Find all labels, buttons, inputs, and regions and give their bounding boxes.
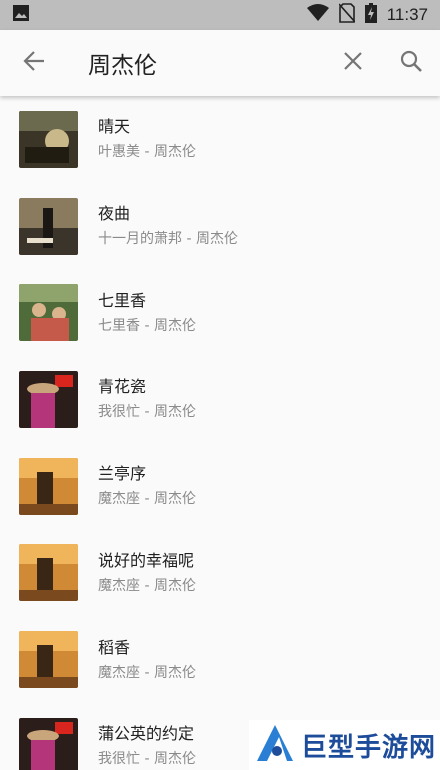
song-title: 夜曲 bbox=[98, 204, 131, 224]
status-bar: 11:37 bbox=[0, 0, 440, 30]
song-item[interactable]: 兰亭序 魔杰座 - 周杰伦 bbox=[0, 443, 440, 530]
album-cover bbox=[19, 110, 78, 168]
song-item[interactable]: 青花瓷 我很忙 - 周杰伦 bbox=[0, 356, 440, 443]
song-list: 晴天 叶惠美 - 周杰伦 夜曲 十一月的萧邦 - 周杰伦 七里香 七里香 - 周… bbox=[0, 96, 440, 770]
search-toolbar: 周杰伦 bbox=[0, 30, 440, 96]
song-subtitle: 魔杰座 - 周杰伦 bbox=[98, 664, 196, 681]
battery-charging-icon bbox=[364, 3, 377, 27]
song-item[interactable]: 晴天 叶惠美 - 周杰伦 bbox=[0, 96, 440, 183]
song-subtitle: 七里香 - 周杰伦 bbox=[98, 317, 196, 334]
song-subtitle: 我很忙 - 周杰伦 bbox=[98, 404, 196, 421]
album-cover bbox=[19, 457, 78, 515]
search-icon bbox=[400, 50, 422, 76]
song-item[interactable]: 夜曲 十一月的萧邦 - 周杰伦 bbox=[0, 183, 440, 270]
clear-button[interactable] bbox=[324, 30, 382, 96]
watermark: 巨型手游网 bbox=[249, 720, 440, 770]
song-item[interactable]: 说好的幸福呢 魔杰座 - 周杰伦 bbox=[0, 530, 440, 617]
song-subtitle: 魔杰座 - 周杰伦 bbox=[98, 491, 196, 508]
album-cover bbox=[19, 197, 78, 255]
search-button[interactable] bbox=[382, 30, 440, 96]
song-subtitle: 我很忙 - 周杰伦 bbox=[98, 751, 196, 768]
song-item[interactable]: 稻香 魔杰座 - 周杰伦 bbox=[0, 616, 440, 703]
song-title: 青花瓷 bbox=[98, 377, 147, 397]
watermark-logo-icon bbox=[253, 721, 297, 769]
album-cover bbox=[19, 284, 78, 342]
status-time: 11:37 bbox=[386, 5, 428, 24]
no-sim-icon bbox=[338, 3, 356, 27]
album-cover bbox=[19, 370, 78, 428]
album-cover bbox=[19, 544, 78, 602]
song-subtitle: 十一月的萧邦 - 周杰伦 bbox=[98, 231, 238, 248]
song-title: 兰亭序 bbox=[98, 464, 147, 484]
close-icon bbox=[344, 52, 362, 74]
song-title: 稻香 bbox=[98, 637, 131, 657]
song-subtitle: 魔杰座 - 周杰伦 bbox=[98, 577, 196, 594]
image-notification-icon bbox=[12, 4, 30, 26]
song-subtitle: 叶惠美 - 周杰伦 bbox=[98, 144, 196, 161]
watermark-text: 巨型手游网 bbox=[301, 732, 437, 763]
album-cover bbox=[19, 717, 78, 770]
song-item[interactable]: 七里香 七里香 - 周杰伦 bbox=[0, 269, 440, 356]
arrow-back-icon bbox=[23, 50, 45, 76]
search-input[interactable]: 周杰伦 bbox=[68, 46, 324, 80]
song-title: 七里香 bbox=[98, 290, 147, 310]
album-cover bbox=[19, 631, 78, 689]
song-title: 说好的幸福呢 bbox=[98, 550, 195, 570]
song-title: 晴天 bbox=[98, 117, 131, 137]
song-title: 蒲公英的约定 bbox=[98, 724, 195, 744]
wifi-icon bbox=[306, 4, 329, 26]
back-button[interactable] bbox=[0, 30, 68, 96]
